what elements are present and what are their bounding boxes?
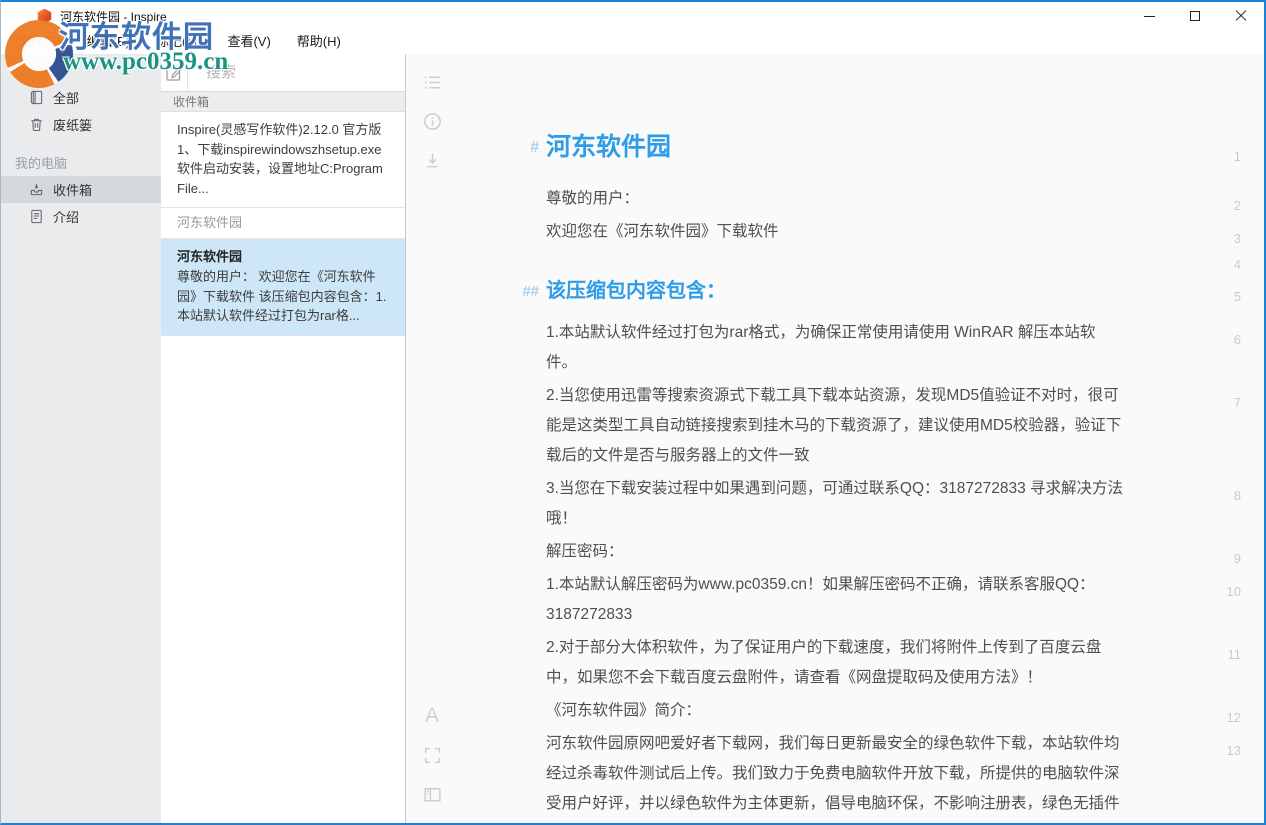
bullet-list-icon	[422, 72, 443, 93]
book-icon	[29, 90, 44, 105]
line-number: 11	[1209, 640, 1241, 670]
sidebar-item-intro[interactable]: 介绍	[1, 203, 161, 230]
sidebar-item-label: 废纸篓	[53, 115, 92, 134]
note-preview: Inspire(灵感写作软件)2.12.0 官方版 1、下载inspirewin…	[177, 120, 393, 198]
line-number: 2	[1209, 191, 1241, 221]
editor-text: 2.对于部分大体积软件，为了保证用户的下载速度，我们将附件上传到了百度云盘中，如…	[546, 639, 1101, 686]
menu-bar: 文件(F) 编辑(E) 标记(M) 查看(V) 帮助(H)	[1, 30, 1264, 54]
line-number: 8	[1209, 481, 1241, 511]
editor-line[interactable]: 尊敬的用户：2	[546, 184, 1124, 214]
editor-pane: A #河东软件园1 尊敬的用户：2 欢迎您在《河东软件园》下载软件3	[406, 54, 1264, 823]
editor-text: 尊敬的用户：	[546, 190, 639, 207]
note-title: 河东软件园	[177, 247, 393, 267]
info-button[interactable]	[421, 110, 443, 132]
menu-help[interactable]: 帮助(H)	[284, 30, 354, 54]
h2-marker: ##	[522, 277, 539, 307]
sidebar-item-inbox[interactable]: 收件箱	[1, 176, 161, 203]
minimize-icon	[1144, 16, 1155, 17]
title-bar: 河东软件园 - Inspire	[1, 2, 1264, 30]
list-group-header: 河东软件园	[161, 208, 405, 239]
line-number: 12	[1209, 703, 1241, 733]
font-size-icon: A	[425, 705, 439, 727]
editor-line[interactable]: 河东软件园原网吧爱好者下载网，我们每日更新最安全的绿色软件下载，本站软件均经过杀…	[546, 729, 1124, 823]
layout-panel-icon	[422, 784, 443, 805]
line-number: 1	[1209, 140, 1241, 174]
window-title: 河东软件园 - Inspire	[60, 8, 167, 25]
editor-line[interactable]: 2.当您使用迅雷等搜索资源式下载工具下载本站资源，发现MD5值验证不对时，很可能…	[546, 381, 1124, 471]
editor-text: 3.当您在下载安装过程中如果遇到问题，可通过联系QQ：3187272833 寻求…	[546, 480, 1123, 527]
editor-text: 河东软件园	[546, 133, 671, 161]
line-number: 10	[1209, 577, 1241, 607]
app-window: 河东软件园 - Inspire 文件(F) 编辑(E) 标记(M) 查看(V) …	[0, 0, 1266, 825]
editor-line-h1[interactable]: #河东软件园1	[546, 130, 1124, 164]
editor-line[interactable]: 1.本站默认软件经过打包为rar格式，为确保正常使用请使用 WinRAR 解压本…	[546, 318, 1124, 378]
sidebar-section-library: 文库	[1, 60, 161, 84]
line-number: 6	[1209, 325, 1241, 355]
line-number: 5	[1209, 282, 1241, 312]
editor-line[interactable]: 3.当您在下载安装过程中如果遇到问题，可通过联系QQ：3187272833 寻求…	[546, 474, 1124, 534]
editor-text: 解压密码：	[546, 543, 624, 560]
editor-line-blank[interactable]: 4	[546, 250, 1124, 272]
close-icon	[1235, 10, 1247, 22]
line-number: 7	[1209, 388, 1241, 418]
fullscreen-icon	[422, 745, 443, 766]
editor-line[interactable]: 《河东软件园》简介：12	[546, 696, 1124, 726]
note-preview: 尊敬的用户： 欢迎您在《河东软件园》下载软件 该压缩包内容包含：1.本站默认软件…	[177, 267, 393, 326]
editor-line[interactable]: 1.本站默认解压密码为www.pc0359.cn！如果解压密码不正确，请联系客服…	[546, 570, 1124, 630]
editor-line[interactable]: 解压密码：9	[546, 537, 1124, 567]
minimize-button[interactable]	[1126, 2, 1172, 30]
editor-text: 河东软件园原网吧爱好者下载网，我们每日更新最安全的绿色软件下载，本站软件均经过杀…	[546, 735, 1120, 823]
markdown-editor[interactable]: #河东软件园1 尊敬的用户：2 欢迎您在《河东软件园》下载软件3 4 ##该压缩…	[458, 54, 1264, 823]
close-button[interactable]	[1218, 2, 1264, 30]
outline-list-button[interactable]	[421, 71, 443, 93]
note-list-pane: 收件箱 Inspire(灵感写作软件)2.12.0 官方版 1、下载inspir…	[161, 54, 406, 823]
menu-mark[interactable]: 标记(M)	[143, 30, 215, 54]
inbox-icon	[29, 182, 44, 197]
editor-line[interactable]: 欢迎您在《河东软件园》下载软件3	[546, 217, 1124, 247]
sidebar-section-computer: 我的电脑	[1, 152, 161, 176]
editor-text: 《河东软件园》简介：	[546, 702, 701, 719]
trash-icon	[29, 117, 44, 132]
fullscreen-button[interactable]	[421, 744, 443, 766]
sidebar-item-label: 全部	[53, 88, 79, 107]
sidebar-item-label: 收件箱	[53, 180, 92, 199]
note-list-item[interactable]: Inspire(灵感写作软件)2.12.0 官方版 1、下载inspirewin…	[161, 112, 405, 208]
menu-view[interactable]: 查看(V)	[214, 30, 283, 54]
line-number: 4	[1209, 250, 1241, 280]
editor-text: 1.本站默认软件经过打包为rar格式，为确保正常使用请使用 WinRAR 解压本…	[546, 324, 1095, 371]
app-icon	[37, 9, 52, 24]
editor-text: 该压缩包内容包含：	[546, 280, 726, 302]
h1-marker: #	[530, 131, 539, 165]
sidebar-item-all[interactable]: 全部	[1, 84, 161, 111]
sidebar-item-trash[interactable]: 废纸篓	[1, 111, 161, 138]
editor-text: 2.当您使用迅雷等搜索资源式下载工具下载本站资源，发现MD5值验证不对时，很可能…	[546, 387, 1121, 464]
editor-text: 1.本站默认解压密码为www.pc0359.cn！如果解压密码不正确，请联系客服…	[546, 576, 1095, 623]
font-settings-button[interactable]: A	[421, 705, 443, 727]
download-icon	[422, 150, 443, 171]
editor-text: 欢迎您在《河东软件园》下载软件	[546, 223, 779, 240]
maximize-icon	[1190, 11, 1200, 21]
search-input[interactable]	[188, 54, 405, 91]
list-header: 收件箱	[161, 91, 405, 112]
window-controls	[1126, 2, 1264, 30]
layout-toggle-button[interactable]	[421, 783, 443, 805]
sidebar: 文库 全部 废纸篓 我的电脑 收件箱 介绍	[1, 54, 161, 823]
editor-line[interactable]: 2.对于部分大体积软件，为了保证用户的下载速度，我们将附件上传到了百度云盘中，如…	[546, 633, 1124, 693]
line-number: 13	[1209, 736, 1241, 766]
compose-icon	[164, 63, 184, 83]
export-download-button[interactable]	[421, 149, 443, 171]
note-list-item-selected[interactable]: 河东软件园 尊敬的用户： 欢迎您在《河东软件园》下载软件 该压缩包内容包含：1.…	[161, 239, 405, 336]
editor-toolbar: A	[406, 54, 458, 823]
document-icon	[29, 209, 44, 224]
search-row	[161, 54, 405, 91]
editor-line-h2[interactable]: ##该压缩包内容包含：5	[546, 276, 1124, 306]
menu-edit[interactable]: 编辑(E)	[74, 30, 143, 54]
info-icon	[422, 111, 443, 132]
menu-file[interactable]: 文件(F)	[5, 30, 74, 54]
compose-button[interactable]	[161, 54, 188, 91]
sidebar-item-label: 介绍	[53, 207, 79, 226]
line-number: 9	[1209, 544, 1241, 574]
maximize-button[interactable]	[1172, 2, 1218, 30]
